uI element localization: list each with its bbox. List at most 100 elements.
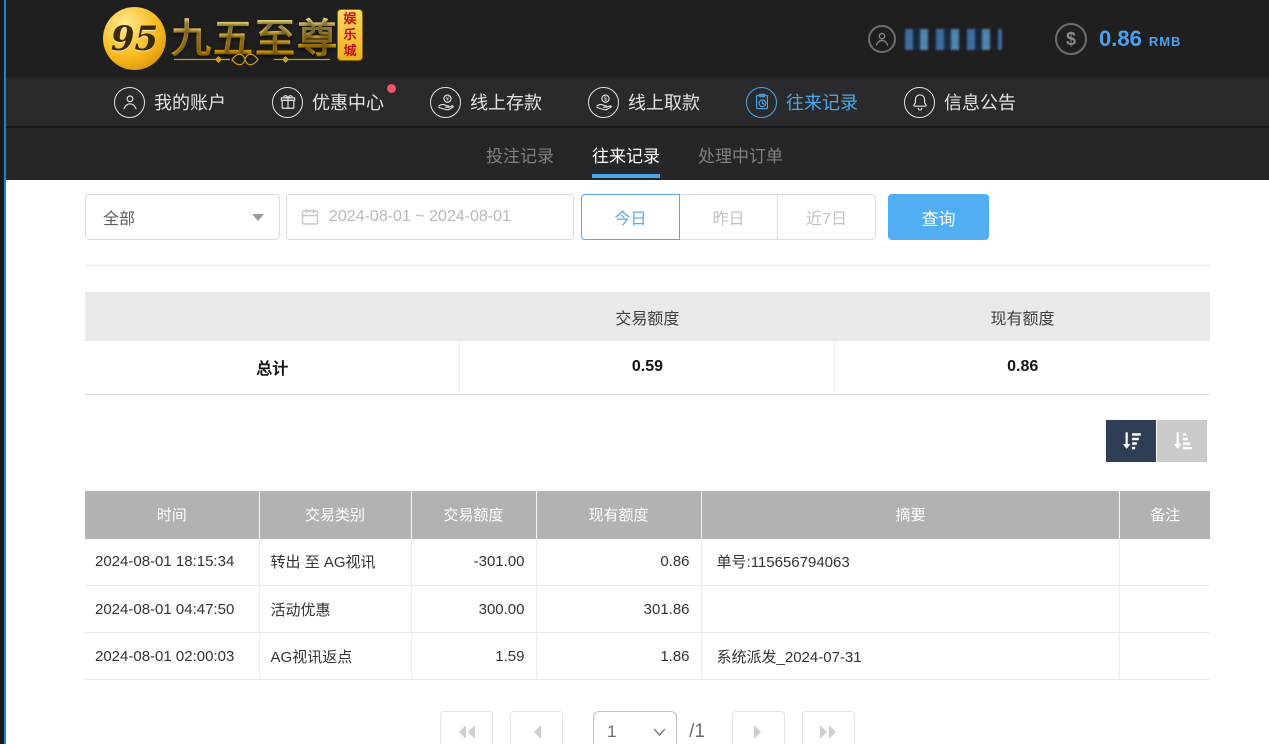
tab-betting-records[interactable]: 投注记录 [486, 128, 554, 180]
censored-username[interactable] [905, 29, 1002, 50]
date-range-value: 2024-08-01 ~ 2024-08-01 [329, 208, 511, 226]
user-account-area: $ 0.86 RMB [868, 0, 1181, 78]
sort-descending-icon [1118, 428, 1144, 454]
nav-label: 我的账户 [154, 89, 226, 115]
cell-time: 2024-08-01 04:47:50 [85, 586, 259, 633]
previous-page-button[interactable] [510, 711, 563, 744]
nav-item-online-deposit[interactable]: ¥ 线上存款 [430, 87, 542, 118]
table-row: 2024-08-01 02:00:03 AG视讯返点 1.59 1.86 系统派… [85, 633, 1210, 680]
cell-trade-amount: -301.00 [411, 539, 536, 586]
cell-summary: 系统派发_2024-07-31 [701, 633, 1120, 680]
cell-time: 2024-08-01 02:00:03 [85, 633, 259, 680]
logo-flourish-ornament [172, 53, 332, 66]
cell-type: 转出 至 AG视讯 [259, 539, 411, 586]
col-header-summary: 摘要 [701, 491, 1120, 539]
nav-item-my-account[interactable]: 我的账户 [114, 87, 226, 118]
search-button[interactable]: 查询 [888, 194, 989, 240]
today-button[interactable]: 今日 [581, 194, 680, 240]
nav-item-transaction-records[interactable]: 往来记录 [746, 87, 858, 118]
chevron-down-icon [653, 728, 666, 737]
summary-header-row: 交易额度 现有额度 [85, 292, 1210, 341]
last7days-button[interactable]: 近7日 [777, 194, 876, 240]
user-icon [114, 87, 145, 118]
pagination: 1 /1 [85, 711, 1210, 744]
col-header-current-amount: 现有额度 [536, 491, 701, 539]
first-page-button[interactable] [440, 711, 493, 744]
type-select[interactable]: 全部 [85, 194, 280, 240]
nav-label: 优惠中心 [312, 89, 384, 115]
tab-transaction-records[interactable]: 往来记录 [592, 128, 660, 180]
withdraw-icon: $ [588, 87, 619, 118]
section-divider [85, 265, 1210, 266]
deposit-icon: ¥ [430, 87, 461, 118]
summary-header-current-amount: 现有额度 [835, 292, 1210, 341]
sort-descending-button[interactable] [1106, 420, 1156, 462]
cell-time: 2024-08-01 18:15:34 [85, 539, 259, 586]
yesterday-button[interactable]: 昨日 [679, 194, 778, 240]
record-subtabs: 投注记录 往来记录 处理中订单 [0, 128, 1269, 180]
double-chevron-right-icon [817, 724, 839, 740]
content-area: 全部 2024-08-01 ~ 2024-08-01 今日 昨日 近7日 查询 … [85, 194, 1210, 744]
bell-icon [904, 87, 935, 118]
table-row: 2024-08-01 18:15:34 转出 至 AG视讯 -301.00 0.… [85, 539, 1210, 586]
table-row: 2024-08-01 04:47:50 活动优惠 300.00 301.86 [85, 586, 1210, 633]
nav-label: 线上存款 [470, 89, 542, 115]
nav-item-online-withdraw[interactable]: $ 线上取款 [588, 87, 700, 118]
brand-emblem-icon[interactable]: 95 [103, 7, 166, 70]
double-chevron-left-icon [456, 724, 478, 740]
chevron-right-icon [751, 724, 765, 740]
summary-table: 交易额度 现有额度 总计 0.59 0.86 [85, 292, 1210, 395]
transactions-table: 时间 交易类别 交易额度 现有额度 摘要 备注 2024-08-01 18:15… [85, 491, 1210, 681]
balance-coin-icon[interactable]: $ [1055, 23, 1087, 55]
filter-toolbar: 全部 2024-08-01 ~ 2024-08-01 今日 昨日 近7日 查询 [85, 194, 1210, 240]
page-select[interactable]: 1 [593, 711, 677, 744]
summary-header-trade-amount: 交易额度 [460, 292, 835, 341]
cell-trade-amount: 300.00 [411, 586, 536, 633]
sort-ascending-icon [1169, 428, 1195, 454]
cell-current-amount: 1.86 [536, 633, 701, 680]
sort-ascending-button[interactable] [1157, 420, 1207, 462]
type-select-value: 全部 [103, 205, 135, 229]
col-header-trade-amount: 交易额度 [411, 491, 536, 539]
nav-label: 信息公告 [944, 89, 1016, 115]
chevron-down-icon [252, 214, 264, 221]
cell-remark [1120, 539, 1210, 586]
col-header-time: 时间 [85, 491, 259, 539]
summary-trade-amount: 0.59 [460, 341, 835, 394]
gift-icon [272, 87, 303, 118]
quick-date-button-group: 今日 昨日 近7日 [581, 194, 876, 240]
badge-char: 乐 [343, 27, 356, 43]
page-total-label: /1 [689, 721, 705, 743]
nav-item-promotions[interactable]: 优惠中心 [272, 87, 384, 118]
user-avatar-icon[interactable] [868, 25, 896, 53]
cell-current-amount: 0.86 [536, 539, 701, 586]
sort-controls [85, 420, 1210, 462]
last-page-button[interactable] [802, 711, 855, 744]
nav-item-announcements[interactable]: 信息公告 [904, 87, 1016, 118]
brand-badge-vertical: 娱 乐 城 [337, 9, 363, 61]
summary-current-amount: 0.86 [835, 341, 1210, 394]
page-select-value: 1 [607, 722, 616, 742]
col-header-remark: 备注 [1120, 491, 1210, 539]
table-header-row: 时间 交易类别 交易额度 现有额度 摘要 备注 [85, 491, 1210, 539]
badge-char: 娱 [343, 11, 356, 27]
cell-current-amount: 301.86 [536, 586, 701, 633]
chevron-left-icon [530, 724, 544, 740]
summary-total-label: 总计 [85, 341, 460, 394]
cell-summary [701, 586, 1120, 633]
badge-char: 城 [343, 43, 356, 59]
summary-header-empty [85, 292, 460, 341]
date-range-input[interactable]: 2024-08-01 ~ 2024-08-01 [286, 194, 574, 240]
nav-label: 线上取款 [628, 89, 700, 115]
main-navigation: 我的账户 优惠中心 ¥ 线上存款 $ 线上取款 往来记录 信息公告 [0, 78, 1269, 128]
window-edge-blue-line [4, 0, 6, 744]
tab-processing-orders[interactable]: 处理中订单 [698, 128, 783, 180]
col-header-type: 交易类别 [259, 491, 411, 539]
records-icon [746, 87, 777, 118]
balance-currency: RMB [1149, 29, 1182, 49]
cell-summary: 单号:115656794063 [701, 539, 1120, 586]
cell-type: AG视讯返点 [259, 633, 411, 680]
top-header-bar: 95 九五至尊 娱 乐 城 $ 0.86 RMB [0, 0, 1269, 78]
calendar-icon [301, 208, 319, 226]
next-page-button[interactable] [732, 711, 785, 744]
